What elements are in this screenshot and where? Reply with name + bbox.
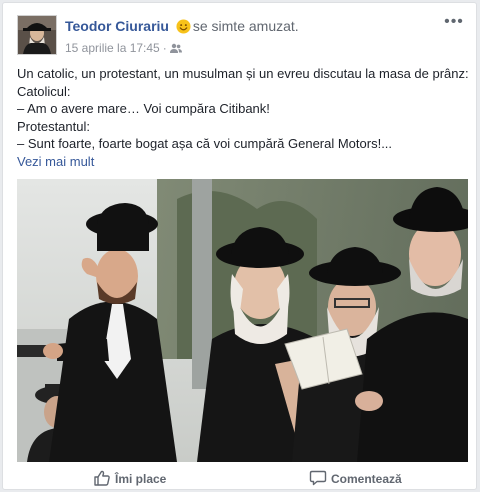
post-options-button[interactable]: •••: [442, 14, 466, 33]
avatar[interactable]: [17, 15, 57, 55]
feeling-text: se simte amuzat.: [192, 18, 299, 34]
author-name[interactable]: Teodor Ciurariu: [65, 18, 169, 34]
post-header: Teodor Ciurariu se simte amuzat. 15 apri…: [17, 14, 466, 59]
post-card: Teodor Ciurariu se simte amuzat. 15 apri…: [2, 2, 477, 490]
post-text-line: – Am o avere mare… Voi cumpăra Citibank!: [17, 101, 270, 116]
post-timestamp[interactable]: 15 aprilie la 17:45: [65, 41, 160, 55]
see-more-link[interactable]: Vezi mai mult: [17, 153, 467, 171]
post-actions: Îmi place Comentează: [3, 463, 476, 491]
post-text-line: – Sunt foarte, foarte bogat așa că voi c…: [17, 136, 393, 151]
post-text: Un catolic, un protestant, un musulman ș…: [17, 65, 469, 171]
author-line: Teodor Ciurariu se simte amuzat.: [65, 18, 299, 37]
post-text-line: Catolicul:: [17, 83, 71, 99]
post-photo[interactable]: [17, 179, 468, 462]
post-meta: 15 aprilie la 17:45 ·: [65, 41, 182, 57]
comment-button[interactable]: Comentează: [309, 469, 402, 487]
speech-bubble-icon: [309, 470, 327, 486]
post-text-line: Protestantul:: [17, 118, 90, 134]
thumbs-up-icon: [94, 470, 110, 486]
post-text-line: Un catolic, un protestant, un musulman ș…: [17, 66, 469, 81]
comment-label: Comentează: [331, 472, 402, 486]
smiley-icon: [176, 19, 191, 37]
like-button[interactable]: Îmi place: [93, 469, 166, 487]
like-label: Îmi place: [115, 472, 167, 486]
friends-icon[interactable]: [169, 43, 182, 57]
